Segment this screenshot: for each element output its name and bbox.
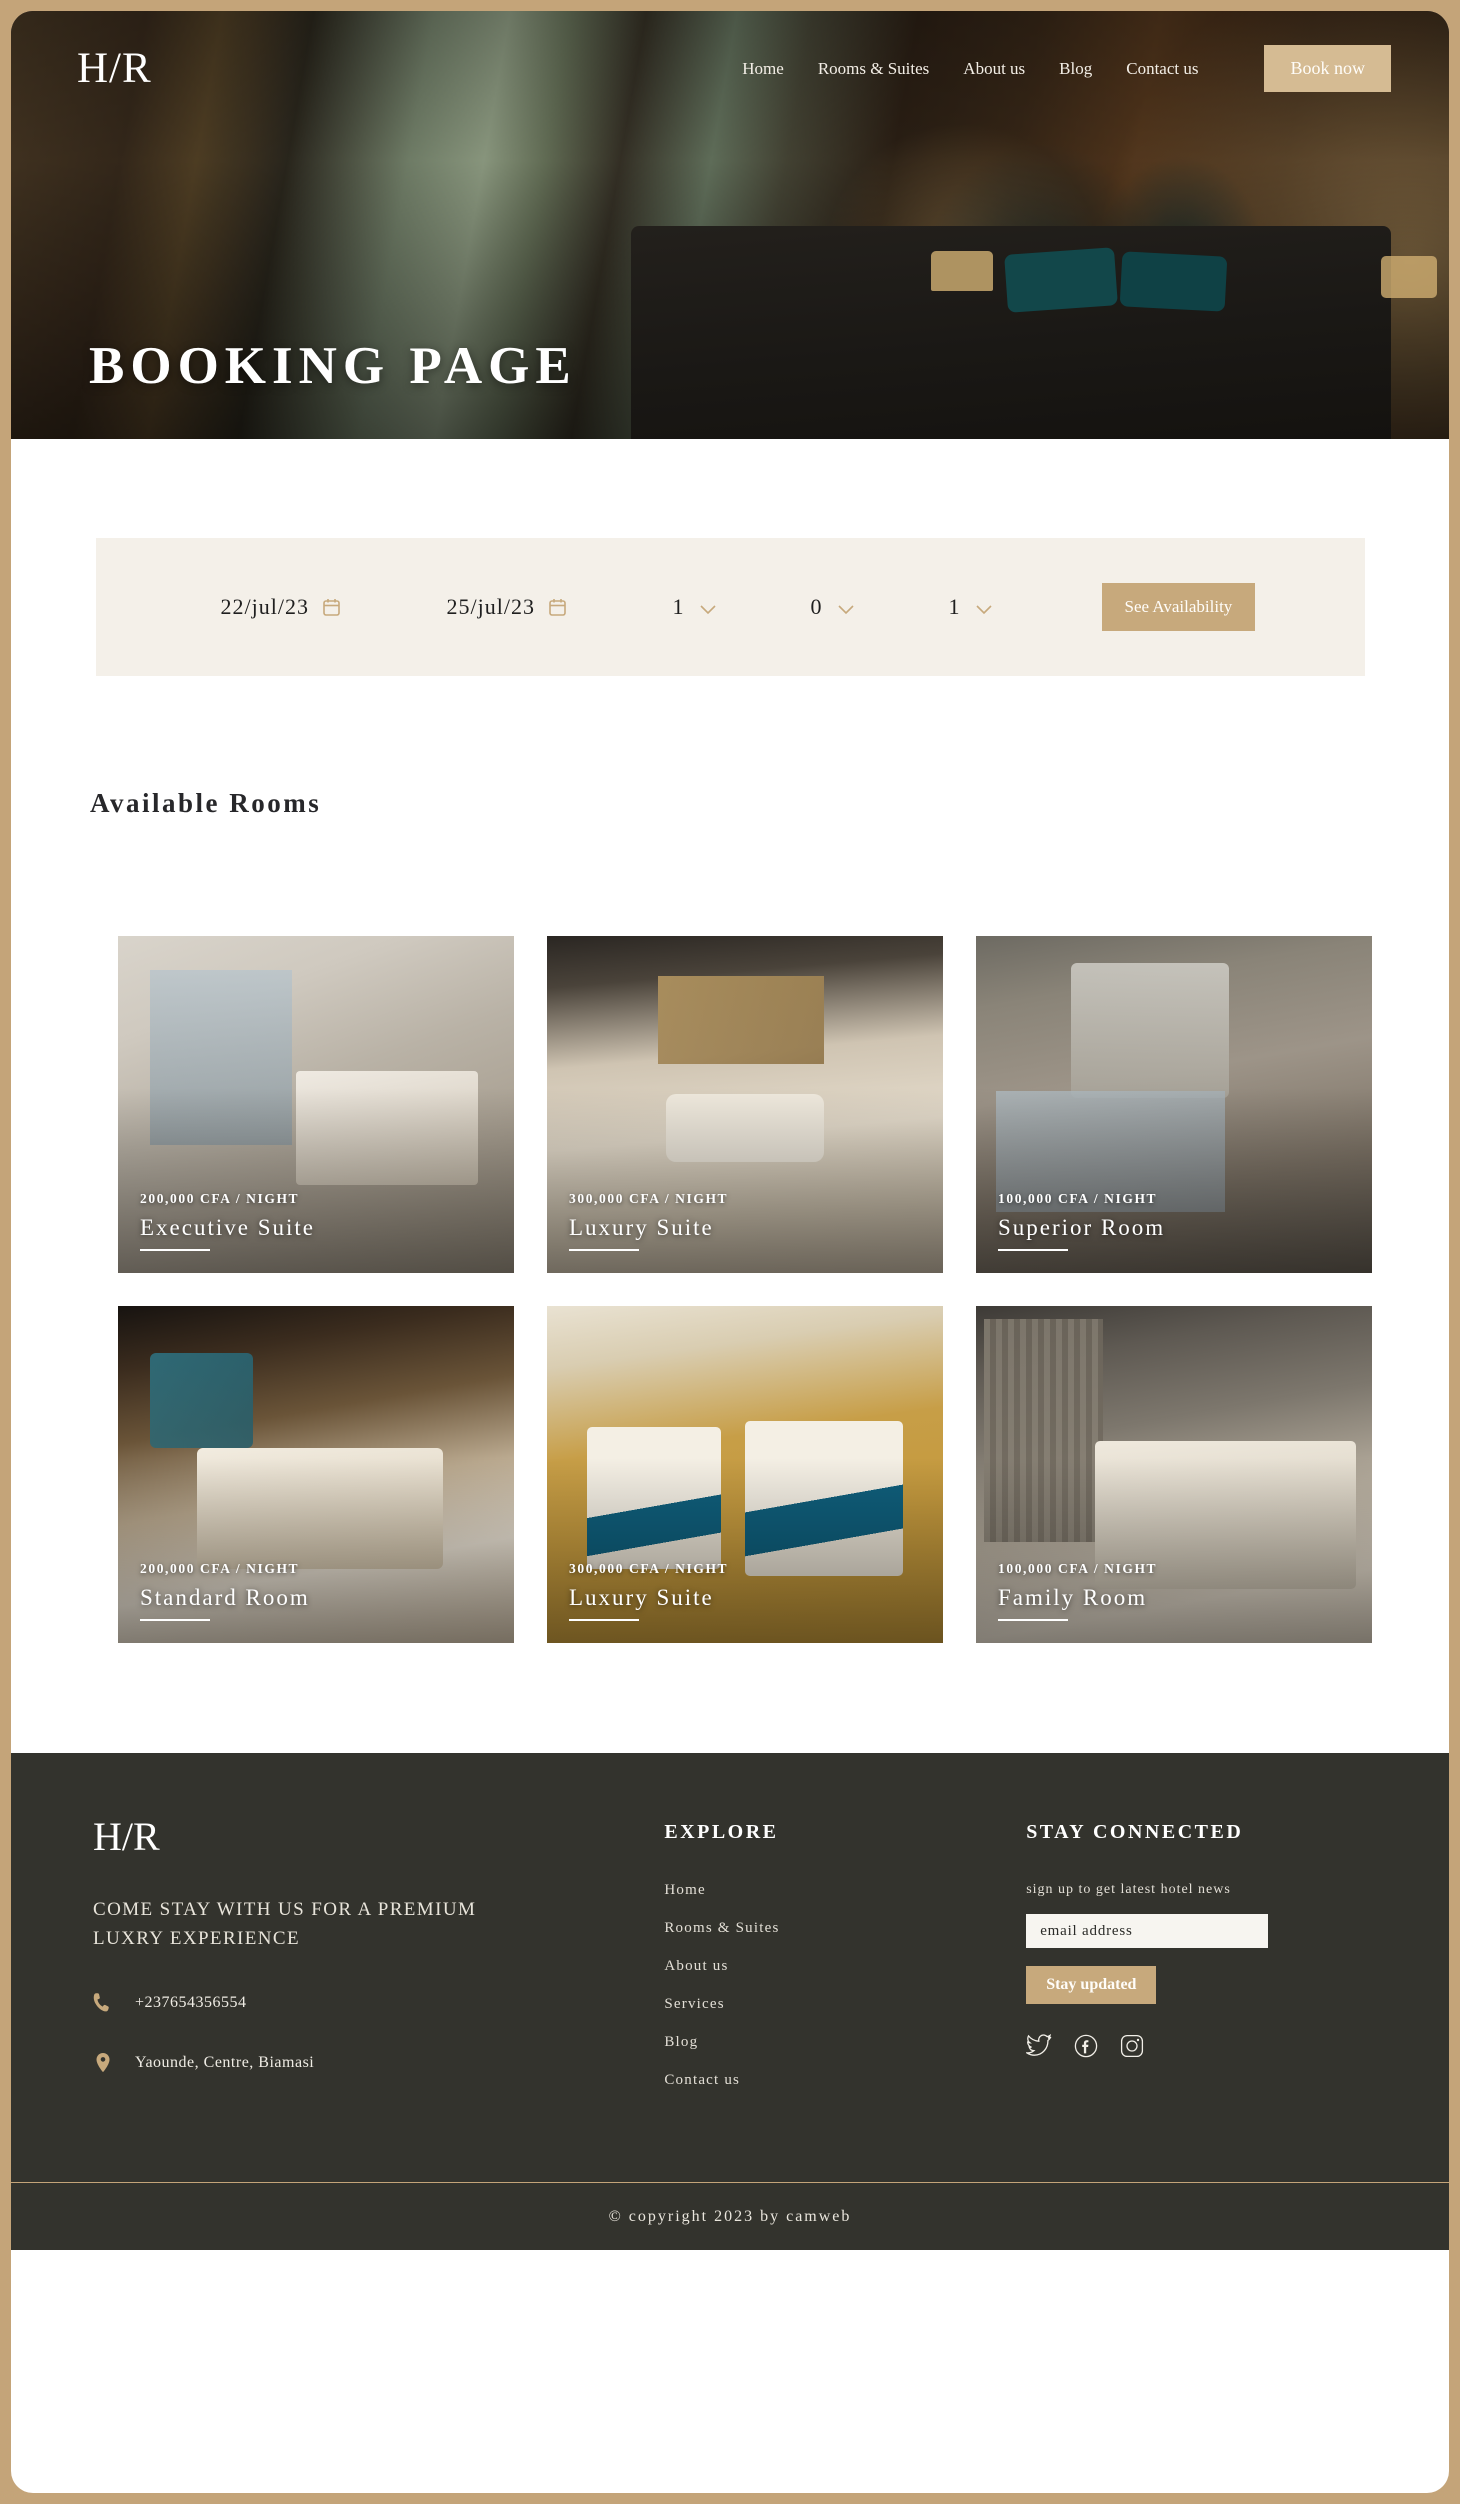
room-name-underline	[569, 1249, 639, 1251]
instagram-icon[interactable]	[1120, 2034, 1144, 2058]
room-price: 200,000 CFA / NIGHT	[140, 1191, 300, 1206]
check-in-date-field[interactable]: 22/jul/23	[221, 594, 447, 620]
booking-search-section: 22/jul/23 25/jul/23 1 0 1 See Availabili…	[11, 439, 1449, 676]
newsletter-hint: sign up to get latest hotel news	[1026, 1882, 1231, 1897]
room-price: 100,000 CFA / NIGHT	[998, 1191, 1158, 1206]
footer-brand-column: H/R COME STAY WITH US FOR A PREMIUM LUXR…	[93, 1817, 664, 2110]
adults-value: 1	[672, 594, 685, 619]
room-card[interactable]: 300,000 CFA / NIGHT Luxury Suite	[547, 1306, 943, 1643]
room-name: Superior Room	[998, 1215, 1166, 1240]
hero-lamp-right-decoration	[1381, 256, 1437, 298]
main-navigation: H/R Home Rooms & Suites About us Blog Co…	[11, 45, 1449, 92]
footer-tagline: COME STAY WITH US FOR A PREMIUM LUXRY EX…	[93, 1899, 477, 1950]
see-availability-button[interactable]: See Availability	[1101, 583, 1256, 631]
section-title-available-rooms: Available Rooms	[90, 788, 322, 818]
room-info: 200,000 CFA / NIGHT Standard Room	[140, 1561, 310, 1621]
footer-link-home[interactable]: Home	[664, 1882, 1026, 1899]
footer-connect-column: STAY CONNECTED sign up to get latest hot…	[1025, 1817, 1369, 2110]
available-rooms-section: Available Rooms 200,000 CFA / NIGHT Exec…	[11, 676, 1449, 1753]
hero-lamp-decoration	[931, 251, 993, 291]
chevron-down-icon[interactable]	[975, 602, 993, 614]
check-in-date-value: 22/jul/23	[220, 594, 309, 619]
room-price: 300,000 CFA / NIGHT	[569, 1191, 729, 1206]
room-name: Family Room	[998, 1585, 1148, 1610]
adults-select[interactable]: 1	[673, 594, 811, 620]
page-title: BOOKING PAGE	[89, 337, 577, 395]
room-name-underline	[140, 1619, 210, 1621]
chevron-down-icon[interactable]	[699, 602, 717, 614]
nav-item-rooms-suites[interactable]: Rooms & Suites	[818, 59, 929, 79]
social-links	[1025, 2033, 1369, 2058]
hero-header: H/R Home Rooms & Suites About us Blog Co…	[11, 11, 1449, 439]
room-info: 100,000 CFA / NIGHT Family Room	[998, 1561, 1157, 1621]
check-out-date-field[interactable]: 25/jul/23	[447, 594, 673, 620]
location-pin-icon	[93, 2052, 113, 2074]
footer-address: Yaounde, Centre, Biamasi	[135, 2053, 315, 2071]
room-name: Executive Suite	[140, 1215, 315, 1240]
room-name: Luxury Suite	[569, 1585, 714, 1610]
check-out-date-value: 25/jul/23	[446, 594, 535, 619]
copyright-bar: © copyright 2023 by camweb	[11, 2182, 1449, 2250]
room-info: 300,000 CFA / NIGHT Luxury Suite	[569, 1191, 728, 1251]
page-frame: H/R Home Rooms & Suites About us Blog Co…	[11, 11, 1449, 2493]
footer-phone-number: +237654356554	[135, 1993, 247, 2011]
children-value: 0	[810, 594, 823, 619]
book-now-button[interactable]: Book now	[1264, 45, 1391, 92]
booking-search-bar: 22/jul/23 25/jul/23 1 0 1 See Availabili…	[95, 538, 1365, 676]
room-info: 100,000 CFA / NIGHT Superior Room	[998, 1191, 1165, 1251]
footer-connect-heading: STAY CONNECTED	[1026, 1821, 1244, 1843]
footer-link-services[interactable]: Services	[664, 1996, 1026, 2013]
room-name-underline	[569, 1619, 639, 1621]
rooms-select[interactable]: 1	[949, 594, 1087, 620]
room-card[interactable]: 300,000 CFA / NIGHT Luxury Suite	[547, 936, 943, 1273]
nav-item-contact-us[interactable]: Contact us	[1126, 59, 1198, 79]
facebook-icon[interactable]	[1074, 2034, 1098, 2058]
room-name-underline	[998, 1619, 1068, 1621]
footer-columns: H/R COME STAY WITH US FOR A PREMIUM LUXR…	[11, 1817, 1449, 2110]
room-info: 200,000 CFA / NIGHT Executive Suite	[140, 1191, 315, 1251]
phone-icon	[93, 1992, 113, 2014]
nav-item-about-us[interactable]: About us	[963, 59, 1025, 79]
nav-item-home[interactable]: Home	[742, 59, 784, 79]
room-card[interactable]: 100,000 CFA / NIGHT Superior Room	[976, 936, 1372, 1273]
calendar-icon[interactable]	[549, 598, 566, 616]
stay-updated-button[interactable]: Stay updated	[1026, 1966, 1157, 2004]
site-footer: H/R COME STAY WITH US FOR A PREMIUM LUXR…	[11, 1753, 1449, 2250]
footer-address-row[interactable]: Yaounde, Centre, Biamasi	[93, 2052, 664, 2074]
twitter-icon[interactable]	[1025, 2033, 1052, 2058]
newsletter-email-input[interactable]	[1026, 1914, 1269, 1948]
room-price: 300,000 CFA / NIGHT	[569, 1561, 729, 1576]
nav-links: Home Rooms & Suites About us Blog Contac…	[742, 45, 1391, 92]
hero-pillow-decoration	[1004, 247, 1118, 313]
calendar-icon[interactable]	[323, 598, 340, 616]
room-card[interactable]: 100,000 CFA / NIGHT Family Room	[976, 1306, 1372, 1643]
room-name-underline	[140, 1249, 210, 1251]
room-name: Luxury Suite	[569, 1215, 714, 1240]
footer-explore-column: EXPLORE Home Rooms & Suites About us Ser…	[664, 1817, 1026, 2110]
footer-explore-heading: EXPLORE	[664, 1821, 779, 1843]
rooms-value: 1	[948, 594, 961, 619]
room-card[interactable]: 200,000 CFA / NIGHT Executive Suite	[118, 936, 514, 1273]
room-card[interactable]: 200,000 CFA / NIGHT Standard Room	[118, 1306, 514, 1643]
hero-pillow-decoration	[1119, 251, 1228, 312]
copyright-text: © copyright 2023 by camweb	[608, 2207, 852, 2225]
children-select[interactable]: 0	[811, 594, 949, 620]
room-price: 200,000 CFA / NIGHT	[140, 1561, 300, 1576]
room-name: Standard Room	[140, 1585, 310, 1610]
nav-item-blog[interactable]: Blog	[1059, 59, 1092, 79]
chevron-down-icon[interactable]	[837, 602, 855, 614]
footer-link-rooms-suites[interactable]: Rooms & Suites	[664, 1920, 1026, 1937]
footer-link-blog[interactable]: Blog	[664, 2034, 1026, 2051]
footer-link-about-us[interactable]: About us	[664, 1958, 1026, 1975]
rooms-grid: 200,000 CFA / NIGHT Executive Suite 300,…	[100, 936, 1372, 1643]
room-price: 100,000 CFA / NIGHT	[998, 1561, 1158, 1576]
footer-link-contact-us[interactable]: Contact us	[664, 2072, 1026, 2089]
footer-phone-row[interactable]: +237654356554	[93, 1992, 664, 2014]
footer-logo[interactable]: H/R	[93, 1817, 664, 1857]
site-logo[interactable]: H/R	[77, 47, 152, 90]
room-info: 300,000 CFA / NIGHT Luxury Suite	[569, 1561, 728, 1621]
room-name-underline	[998, 1249, 1068, 1251]
